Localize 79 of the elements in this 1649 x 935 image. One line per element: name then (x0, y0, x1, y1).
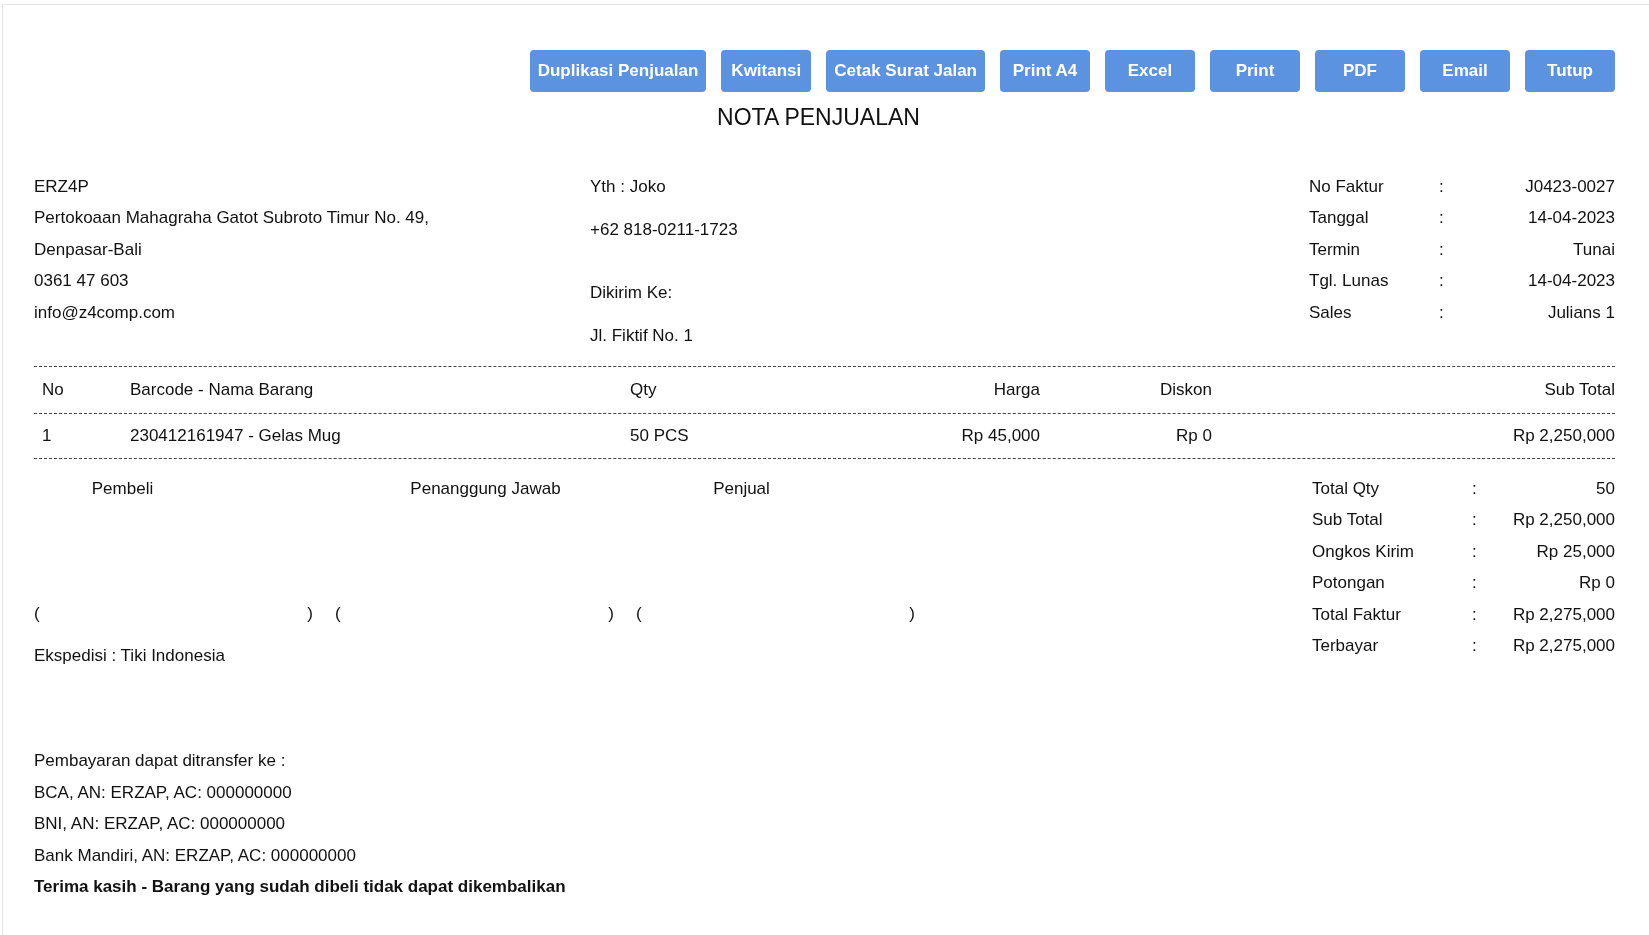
company-address: Pertokoaan Mahagraha Gatot Subroto Timur No. 49, (34, 207, 429, 229)
company-city: Denpasar-Bali (34, 238, 142, 261)
info-value: J0423-0027 (1524, 175, 1615, 198)
column-header: Harga (992, 378, 1040, 401)
company-phone: 0361 47 603 (34, 270, 129, 292)
action-button[interactable]: Cetak Surat Jalan (826, 50, 985, 92)
action-button[interactable]: Email (1420, 50, 1510, 92)
signature-bracket: ) (608, 603, 614, 625)
total-value: Rp 0 (1578, 572, 1615, 594)
total-colon: : (1472, 635, 1478, 657)
table-cell-text: 1 (41, 424, 53, 447)
payment-info: Pembayaran dapat ditransfer ke : (34, 750, 286, 772)
column-header: Barcode - Nama Barang (130, 378, 315, 401)
info-label: Tgl. Lunas (1309, 270, 1390, 292)
total-colon: : (1472, 509, 1478, 531)
info-label: Sales (1309, 301, 1353, 324)
total-value: Rp 2,250,000 (1511, 509, 1615, 531)
info-colon: : (1439, 207, 1445, 229)
info-value: 14-04-2023 (1527, 207, 1615, 229)
signature-label: Penjual (713, 477, 770, 500)
table-cell-text: Rp 0 (1175, 424, 1212, 447)
info-label: Termin (1309, 238, 1361, 261)
expedition-text: Ekspedisi : Tiki Indonesia (34, 644, 225, 667)
signature-label: Penanggung Jawab (410, 477, 561, 500)
info-colon: : (1439, 270, 1445, 292)
payment-info: BNI, AN: ERZAP, AC: 000000000 (34, 813, 286, 835)
signature-bracket: ) (909, 603, 915, 625)
action-button[interactable]: Print (1210, 50, 1300, 92)
total-label: Ongkos Kirim (1312, 540, 1416, 563)
payment-info: Bank Mandiri, AN: ERZAP, AC: 000000000 (34, 844, 356, 867)
shipping-label: Dikirim Ke: (590, 281, 673, 304)
signature-bracket: ( (636, 603, 642, 625)
total-label: Potongan (1312, 572, 1386, 594)
table-cell-text: 50 PCS (630, 424, 690, 447)
signature-bracket: ) (307, 603, 313, 625)
total-label: Sub Total (1312, 509, 1384, 531)
table-cell-text: 230412161947 - Gelas Mug (130, 424, 342, 447)
info-value: Tunai (1572, 238, 1615, 261)
table-cell-text: Rp 45,000 (960, 424, 1040, 447)
info-label: Tanggal (1309, 207, 1370, 229)
total-colon: : (1472, 572, 1478, 594)
total-value: Rp 2,275,000 (1511, 603, 1615, 626)
info-value: Julians 1 (1546, 301, 1615, 324)
info-colon: : (1439, 238, 1445, 261)
payment-info: BCA, AN: ERZAP, AC: 000000000 (34, 781, 292, 804)
action-button[interactable]: Kwitansi (721, 50, 812, 92)
table-cell-text: Rp 2,250,000 (1511, 424, 1615, 447)
action-button[interactable]: Tutup (1525, 50, 1615, 92)
total-label: Total Qty (1312, 477, 1381, 500)
company-name: ERZ4P (34, 175, 89, 198)
action-button[interactable]: Duplikasi Penjualan (529, 50, 707, 92)
recipient-phone: +62 818-0211-1723 (590, 219, 738, 241)
signature-label: Pembeli (91, 477, 154, 500)
signature-bracket: ( (34, 603, 40, 625)
action-button[interactable]: PDF (1315, 50, 1405, 92)
column-header: No (41, 378, 65, 401)
company-email: info@z4comp.com (34, 301, 176, 324)
document-title: NOTA PENJUALAN (717, 103, 920, 132)
signature-bracket: ( (335, 603, 341, 625)
info-colon: : (1439, 301, 1445, 324)
total-colon: : (1472, 540, 1478, 563)
total-label: Terbayar (1312, 635, 1380, 657)
total-colon: : (1472, 477, 1478, 500)
total-value: 50 (1595, 477, 1615, 500)
column-header: Diskon (1159, 378, 1212, 401)
total-value: Rp 25,000 (1535, 540, 1615, 563)
action-button[interactable]: Print A4 (1000, 50, 1090, 92)
info-colon: : (1439, 175, 1445, 198)
total-label: Total Faktur (1312, 603, 1402, 626)
recipient-name: Yth : Joko (590, 175, 666, 198)
info-value: 14-04-2023 (1527, 270, 1615, 292)
total-value: Rp 2,275,000 (1511, 635, 1615, 657)
action-button[interactable]: Excel (1105, 50, 1195, 92)
column-header: Qty (630, 378, 658, 401)
info-label: No Faktur (1309, 175, 1385, 198)
footer-note: Terima kasih - Barang yang sudah dibeli tidak dapat dikembalikan (34, 876, 566, 898)
column-header: Sub Total (1543, 378, 1615, 401)
total-colon: : (1472, 603, 1478, 626)
shipping-address: Jl. Fiktif No. 1 (590, 325, 693, 347)
